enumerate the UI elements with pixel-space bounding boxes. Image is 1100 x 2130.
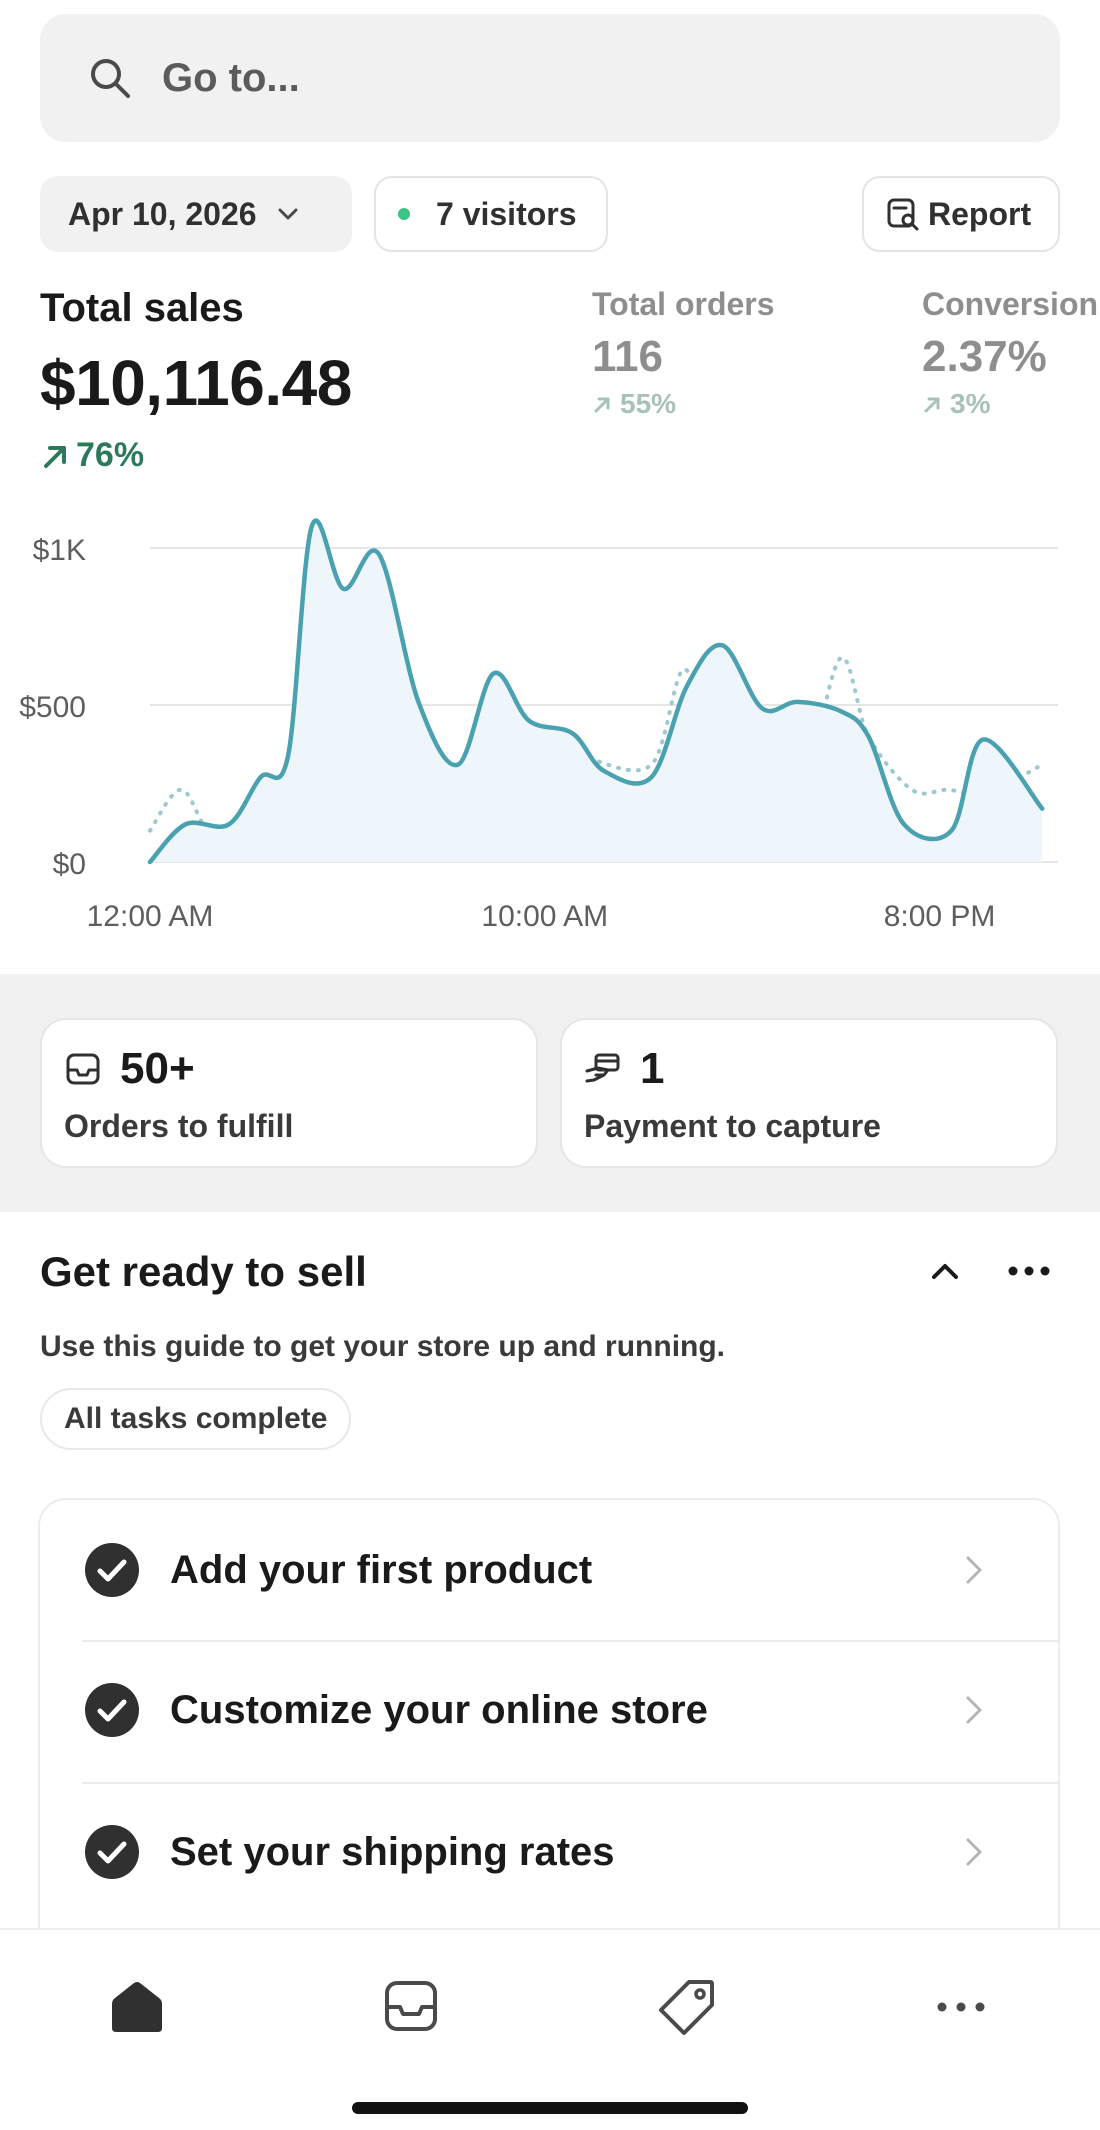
task-label: Add your first product xyxy=(170,1547,593,1592)
visitors-label: 7 visitors xyxy=(436,195,577,232)
y-tick-label: $500 xyxy=(19,691,86,724)
live-dot-icon xyxy=(398,208,410,220)
arrow-up-right-icon xyxy=(44,445,66,468)
x-tick-label: 12:00 AM xyxy=(87,900,214,933)
orders-icon[interactable] xyxy=(378,1974,444,2040)
total-sales-delta: 76% xyxy=(40,436,144,475)
date-selector[interactable]: Apr 10, 2026 xyxy=(40,176,352,252)
arrow-up-right-icon xyxy=(924,397,940,413)
x-tick-label: 8:00 PM xyxy=(884,900,996,933)
orders-to-fulfill-label: Orders to fulfill xyxy=(64,1108,294,1144)
report-icon xyxy=(887,198,919,231)
search-icon xyxy=(91,59,130,98)
check-circle-icon xyxy=(85,1543,139,1597)
payment-to-capture-count: 1 xyxy=(640,1044,665,1093)
task-set-shipping-rates[interactable]: Set your shipping rates xyxy=(40,1782,1058,1922)
sales-chart[interactable]: $0 $500 $1K 12:00 AM 10:00 AM 8:00 PM xyxy=(0,500,1100,960)
home-indicator xyxy=(352,2102,748,2114)
total-orders-value: 116 xyxy=(592,332,663,381)
total-orders-delta-value: 55% xyxy=(620,388,677,419)
task-label: Set your shipping rates xyxy=(170,1829,615,1874)
live-visitors-chip[interactable]: 7 visitors xyxy=(374,176,608,252)
date-label: Apr 10, 2026 xyxy=(68,195,257,232)
tasks-complete-badge: All tasks complete xyxy=(40,1388,352,1450)
x-tick-label: 10:00 AM xyxy=(481,900,608,933)
check-circle-icon xyxy=(85,1825,139,1879)
total-sales-title[interactable]: Total sales xyxy=(40,286,244,331)
payment-to-capture-card[interactable]: 1 Payment to capture xyxy=(560,1018,1058,1168)
total-orders-delta: 55% xyxy=(592,388,676,420)
check-circle-icon xyxy=(85,1683,139,1737)
task-customize-online-store[interactable]: Customize your online store xyxy=(40,1640,1058,1780)
conversion-delta: 3% xyxy=(922,388,990,420)
setup-guide-description: Use this guide to get your store up and … xyxy=(40,1330,726,1363)
hand-card-icon xyxy=(585,1053,620,1083)
report-label: Report xyxy=(928,195,1032,232)
arrow-up-right-icon xyxy=(594,397,610,413)
chevron-right-icon xyxy=(966,1696,982,1724)
payment-to-capture-label: Payment to capture xyxy=(584,1108,881,1144)
chevron-down-icon xyxy=(278,208,298,220)
more-icon[interactable] xyxy=(928,1974,994,2040)
setup-task-list: Add your first product Customize your on… xyxy=(38,1498,1060,1968)
home-icon[interactable] xyxy=(104,1974,170,2040)
bottom-navigation xyxy=(0,1928,1100,2130)
conversion-title[interactable]: Conversion xyxy=(922,286,1100,323)
total-sales-value: $10,116.48 xyxy=(40,347,352,419)
total-sales-delta-value: 76% xyxy=(76,436,145,474)
search-input[interactable]: Go to... xyxy=(162,56,300,101)
task-label: Customize your online store xyxy=(170,1687,708,1732)
y-tick-label: $0 xyxy=(53,848,86,881)
sales-area-fill xyxy=(150,520,1043,862)
setup-guide-title: Get ready to sell xyxy=(40,1248,367,1295)
conversion-value: 2.37% xyxy=(922,332,1047,381)
y-tick-label: $1K xyxy=(33,534,86,567)
report-button[interactable]: Report xyxy=(862,176,1060,252)
chevron-right-icon xyxy=(966,1556,982,1584)
more-options-icon[interactable] xyxy=(1004,1254,1054,1288)
chevron-right-icon xyxy=(966,1838,982,1866)
total-orders-title[interactable]: Total orders xyxy=(592,286,775,323)
orders-to-fulfill-count: 50+ xyxy=(120,1044,195,1093)
conversion-delta-value: 3% xyxy=(950,388,991,419)
products-icon[interactable] xyxy=(654,1974,720,2040)
inbox-icon xyxy=(66,1053,100,1085)
task-add-first-product[interactable]: Add your first product xyxy=(40,1500,1058,1640)
orders-to-fulfill-card[interactable]: 50+ Orders to fulfill xyxy=(40,1018,538,1168)
search-bar[interactable]: Go to... xyxy=(40,14,1060,142)
chevron-up-icon[interactable] xyxy=(928,1254,962,1288)
